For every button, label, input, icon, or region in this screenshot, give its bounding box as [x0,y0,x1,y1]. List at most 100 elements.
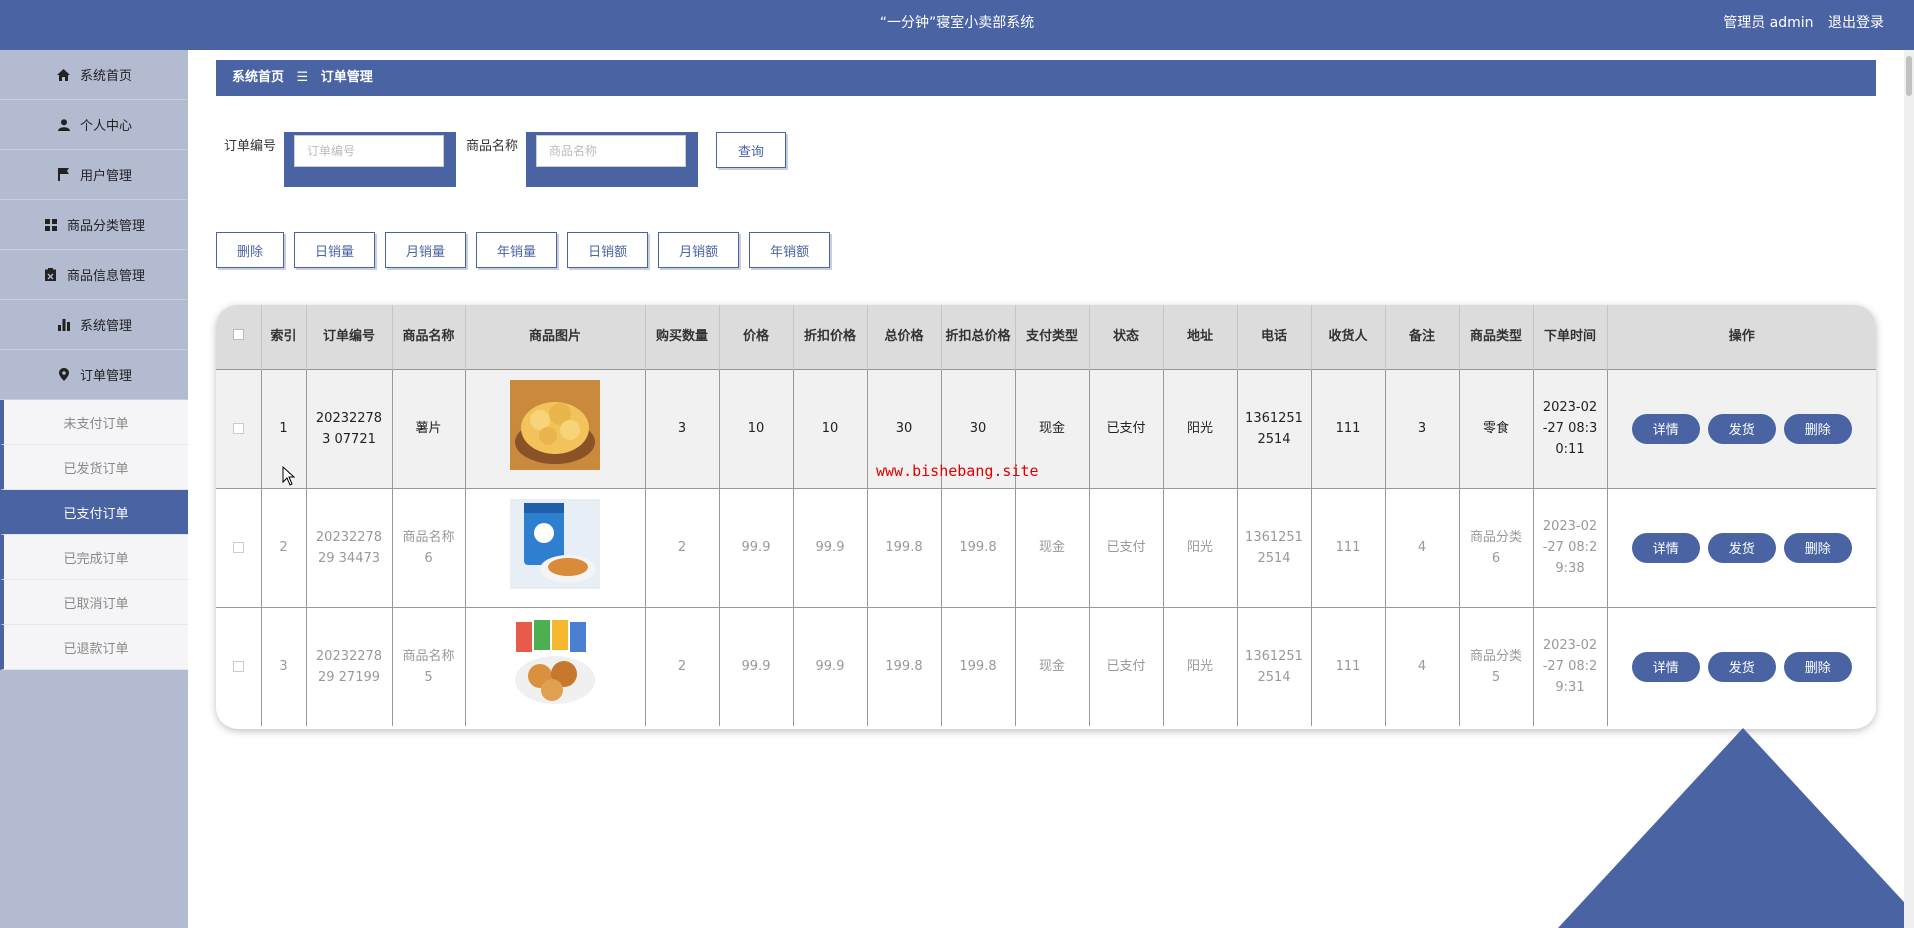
orders-table: 索引 订单编号 商品名称 商品图片 购买数量 价格 折扣价格 总价格 折扣总价格… [216,305,1876,726]
current-user: 管理员 admin [1723,15,1814,31]
sidebar-subitem-paid[interactable]: 已支付订单 [0,490,188,535]
table-row[interactable]: 3 2023227829 27199 商品名称 5 2 99.9 99.9 19… [216,606,1876,726]
row-delete-button[interactable]: 删除 [1783,651,1852,682]
cell-order-no: 2023227829 34473 [306,487,393,607]
column-header: 订单编号 [306,305,393,369]
sidebar-item-category[interactable]: 商品分类管理 [0,200,188,250]
cell-price: 99.9 [719,606,794,726]
daily-volume-button[interactable]: 日销量 [294,232,376,268]
row-delete-button[interactable]: 删除 [1783,532,1852,563]
clipboard-icon [43,267,59,283]
potato-chips-image [510,380,600,470]
cookies-image [510,618,600,709]
cell-address: 阳光 [1163,487,1238,607]
sidebar-item-users[interactable]: 用户管理 [0,150,188,200]
sidebar: 系统首页 个人中心 用户管理 商品分类管理 商品信息管理 系统管理 订单管理 未… [0,50,188,928]
delete-button[interactable]: 删除 [216,232,285,268]
cell-remark: 3 [1385,368,1460,488]
sidebar-item-home[interactable]: 系统首页 [0,50,188,100]
sidebar-subitem-cancelled[interactable]: 已取消订单 [0,580,188,625]
sidebar-item-products[interactable]: 商品信息管理 [0,250,188,300]
sidebar-subitem-completed[interactable]: 已完成订单 [0,535,188,580]
table-row[interactable]: 2 2023227829 34473 商品名称 6 2 99.9 99.9 19… [216,487,1876,607]
monthly-amount-button[interactable]: 月销额 [658,232,740,268]
sidebar-item-profile[interactable]: 个人中心 [0,100,188,150]
orders-table-card: 索引 订单编号 商品名称 商品图片 购买数量 价格 折扣价格 总价格 折扣总价格… [216,305,1876,729]
cell-image [465,368,646,488]
product-name-input[interactable] [536,135,687,167]
cell-status: 已支付 [1089,368,1164,488]
cell-ops: 详情 发货 删除 [1607,606,1876,726]
sidebar-item-system[interactable]: 系统管理 [0,300,188,350]
select-all-checkbox[interactable] [232,328,244,340]
snack-bag-image [510,499,600,589]
row-checkbox[interactable] [232,661,244,673]
cell-index: 2 [261,487,307,607]
column-header: 商品名称 [392,305,466,369]
detail-button[interactable]: 详情 [1631,413,1700,444]
row-checkbox-cell[interactable] [216,487,262,607]
cell-ops: 详情 发货 删除 [1607,487,1876,607]
breadcrumb-current: 订单管理 [320,70,373,85]
row-checkbox-cell[interactable] [216,368,262,488]
cell-time: 2023-02 -27 08:2 9:38 [1533,487,1608,607]
detail-button[interactable]: 详情 [1631,651,1700,682]
row-checkbox-cell[interactable] [216,606,262,726]
cell-phone: 1361251 2514 [1237,368,1312,488]
cell-name: 商品名称 6 [392,487,466,607]
cell-address: 阳光 [1163,606,1238,726]
cell-category: 零食 [1459,368,1534,488]
table-row[interactable]: 1 202322783 07721 薯片 3 10 10 30 30 现金 已支… [216,368,1876,488]
column-header: 状态 [1089,305,1164,369]
row-checkbox[interactable] [232,542,244,553]
sidebar-item-orders[interactable]: 订单管理 [0,350,188,400]
cell-index: 3 [261,606,307,726]
scrollbar-thumb[interactable] [1906,56,1912,96]
user-area: 管理员 admin 退出登录 [1713,0,1884,50]
daily-amount-button[interactable]: 日销额 [567,232,649,268]
cell-phone: 1361251 2514 [1237,487,1312,607]
app-title: “一分钟”寝室小卖部系统 [879,15,1035,31]
flag-icon [56,167,72,183]
sidebar-item-label: 系统管理 [79,319,132,334]
table-header-row: 索引 订单编号 商品名称 商品图片 购买数量 价格 折扣价格 总价格 折扣总价格… [216,305,1876,369]
row-delete-button[interactable]: 删除 [1783,413,1852,444]
column-header: 支付类型 [1015,305,1090,369]
yearly-volume-button[interactable]: 年销量 [476,232,558,268]
detail-button[interactable]: 详情 [1631,532,1700,563]
cell-name: 商品名称 5 [392,606,466,726]
sidebar-item-label: 用户管理 [79,169,132,184]
select-all-header[interactable] [216,305,262,369]
cell-remark: 4 [1385,606,1460,726]
logout-link[interactable]: 退出登录 [1828,15,1884,31]
product-name-label: 商品名称 [466,139,519,154]
column-header: 商品图片 [465,305,646,369]
column-header: 下单时间 [1533,305,1608,369]
monthly-volume-button[interactable]: 月销量 [385,232,467,268]
cell-qty: 2 [645,606,720,726]
order-no-label: 订单编号 [224,139,277,154]
sidebar-subitem-refunded[interactable]: 已退款订单 [0,625,188,670]
home-icon [56,67,72,83]
sidebar-subitem-shipped[interactable]: 已发货订单 [0,445,188,490]
column-header: 操作 [1728,328,1755,344]
page-scrollbar[interactable] [1904,50,1914,928]
cell-image [465,487,646,607]
breadcrumb: 系统首页 ☰ 订单管理 [216,60,1876,96]
yearly-amount-button[interactable]: 年销额 [749,232,831,268]
cell-receiver: 111 [1311,487,1386,607]
ship-button[interactable]: 发货 [1707,651,1776,682]
row-checkbox[interactable] [232,423,244,434]
breadcrumb-home[interactable]: 系统首页 [232,70,284,85]
query-button[interactable]: 查询 [716,132,787,168]
column-header: 价格 [719,305,794,369]
cell-total: 199.8 [867,487,942,607]
ship-button[interactable]: 发货 [1707,532,1776,563]
sidebar-subitem-unpaid[interactable]: 未支付订单 [0,400,188,445]
column-header: 电话 [1237,305,1312,369]
ship-button[interactable]: 发货 [1707,413,1776,444]
cell-pay-type: 现金 [1015,487,1090,607]
order-no-input[interactable] [294,135,445,167]
cell-discount-price: 10 [793,368,868,488]
user-icon [56,117,72,133]
